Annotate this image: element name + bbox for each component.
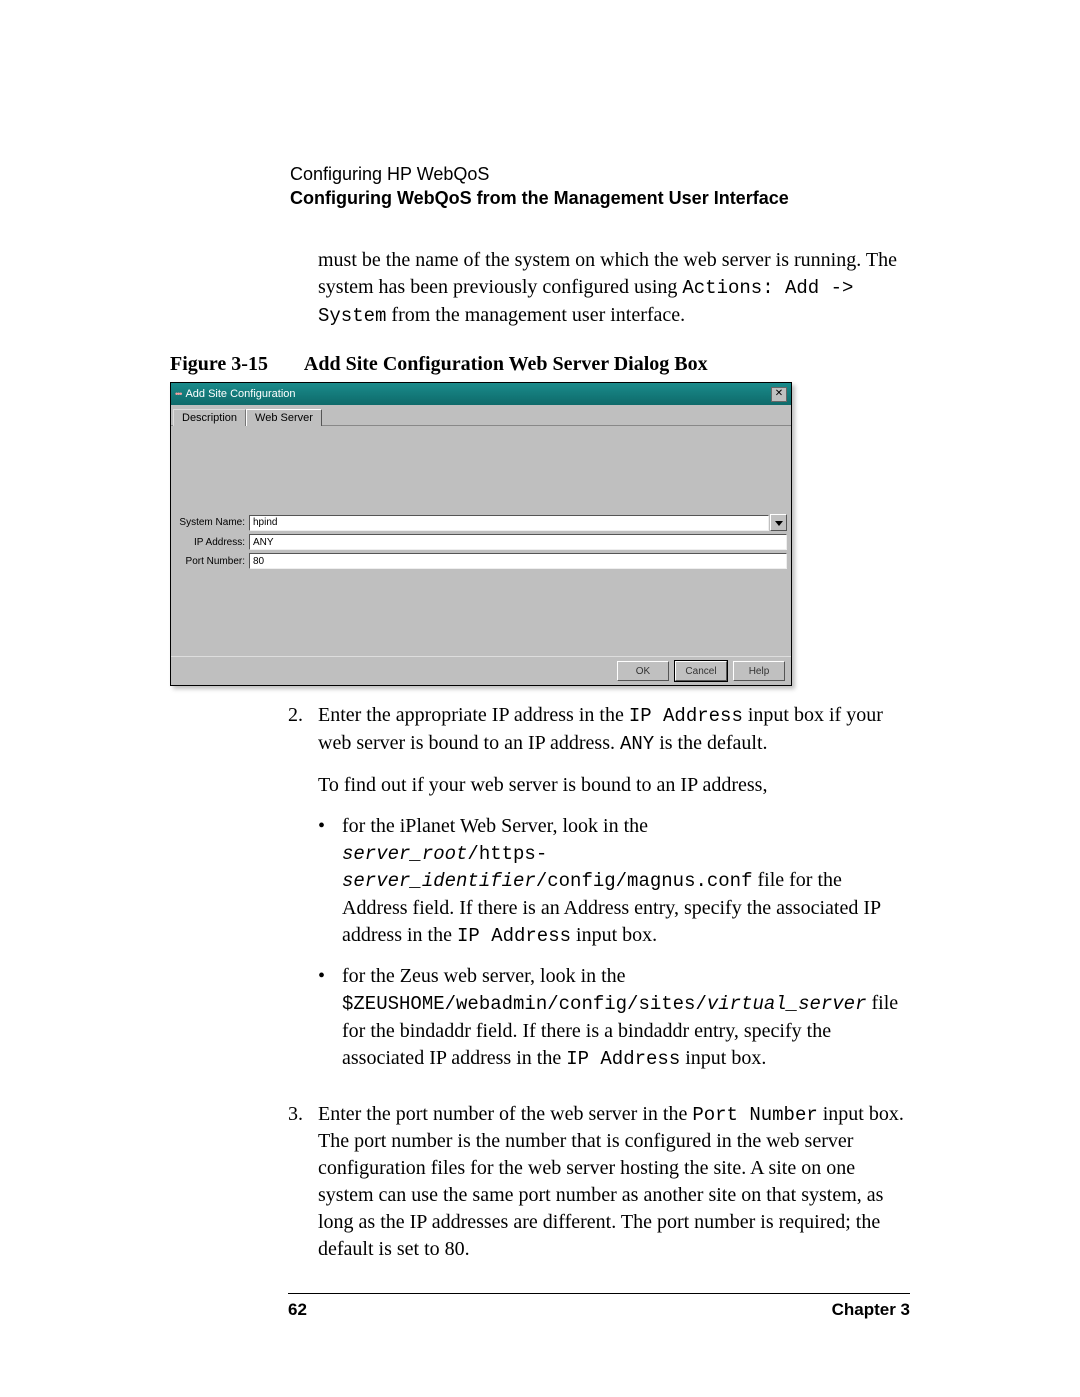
ok-label: OK xyxy=(636,666,650,677)
dialog-spacer-bottom xyxy=(175,572,787,650)
help-label: Help xyxy=(749,666,770,677)
dialog-button-row: OK Cancel Help xyxy=(171,656,791,685)
add-site-dialog: ••• Add Site Configuration ✕ Description… xyxy=(170,382,792,686)
b2pa: $ZEUSHOME/webadmin/config/sites/ xyxy=(342,993,707,1015)
b2c: input box. xyxy=(680,1047,766,1069)
system-name-label: System Name: xyxy=(175,517,249,528)
figure-title: Add Site Configuration Web Server Dialog… xyxy=(304,353,708,375)
bullet-zeus: • for the Zeus web server, look in the $… xyxy=(318,963,910,1072)
cancel-label: Cancel xyxy=(685,666,716,677)
footer-rule xyxy=(288,1293,910,1294)
intro-paragraph: must be the name of the system on which … xyxy=(318,247,910,329)
app-icon: ••• xyxy=(175,389,181,399)
step-2-num: 2. xyxy=(288,702,318,1086)
b2code: IP Address xyxy=(566,1048,680,1070)
s3code: Port Number xyxy=(692,1104,817,1126)
figure-caption: Figure 3-15 Add Site Configuration Web S… xyxy=(170,353,910,376)
chapter-label: Chapter 3 xyxy=(832,1300,910,1320)
tab-description-label: Description xyxy=(182,412,237,424)
b1pc: server_identifier xyxy=(342,870,536,892)
dialog-title: Add Site Configuration xyxy=(185,388,295,400)
step-3-num: 3. xyxy=(288,1101,318,1264)
step-3-content: Enter the port number of the web server … xyxy=(318,1101,910,1264)
b2pb: virtual_server xyxy=(707,993,867,1015)
b1c: input box. xyxy=(571,924,657,946)
header-line-1: Configuring HP WebQoS xyxy=(290,164,910,185)
system-name-row: System Name: xyxy=(175,514,787,531)
port-number-label: Port Number: xyxy=(175,556,249,567)
chevron-down-icon xyxy=(775,519,783,527)
dialog-body: System Name: IP Address: Port Number: xyxy=(171,426,791,656)
system-name-dropdown-button[interactable] xyxy=(770,514,787,531)
help-button[interactable]: Help xyxy=(733,661,785,681)
s2l1c: is the default. xyxy=(654,732,767,754)
header-line-2: Configuring WebQoS from the Management U… xyxy=(290,188,910,209)
ip-address-label: IP Address: xyxy=(175,537,249,548)
tab-description[interactable]: Description xyxy=(173,409,246,426)
numbered-list: 2. Enter the appropriate IP address in t… xyxy=(288,702,910,1263)
cancel-button[interactable]: Cancel xyxy=(675,661,727,681)
close-glyph: ✕ xyxy=(775,389,783,399)
step-2-line1: Enter the appropriate IP address in the … xyxy=(318,702,910,757)
dialog-tabs: Description Web Server xyxy=(171,405,791,426)
b1pb: /https- xyxy=(467,843,547,865)
b1code: IP Address xyxy=(457,925,571,947)
s3a: Enter the port number of the web server … xyxy=(318,1103,692,1125)
titlebar-left: ••• Add Site Configuration xyxy=(175,388,296,400)
page-number: 62 xyxy=(288,1300,307,1320)
ip-address-row: IP Address: xyxy=(175,534,787,550)
s2l1code2: ANY xyxy=(620,733,654,755)
b1a: for the iPlanet Web Server, look in the xyxy=(342,815,648,837)
step-2-content: Enter the appropriate IP address in the … xyxy=(318,702,910,1086)
step-2-line2: To find out if your web server is bound … xyxy=(318,772,910,799)
step-2-bullets: • for the iPlanet Web Server, look in th… xyxy=(318,813,910,1073)
port-number-row: Port Number: xyxy=(175,553,787,569)
bullet-iplanet: • for the iPlanet Web Server, look in th… xyxy=(318,813,910,950)
page-footer: 62 Chapter 3 xyxy=(288,1300,910,1320)
dialog-spacer-top xyxy=(175,430,787,514)
ip-address-input[interactable] xyxy=(249,534,787,550)
s2l1a: Enter the appropriate IP address in the xyxy=(318,704,629,726)
b1pa: server_root xyxy=(342,843,467,865)
bullet-dot-2: • xyxy=(318,963,342,1072)
bullet-dot-1: • xyxy=(318,813,342,950)
close-icon[interactable]: ✕ xyxy=(771,387,787,402)
bullet-zeus-content: for the Zeus web server, look in the $ZE… xyxy=(342,963,910,1072)
bullet-iplanet-content: for the iPlanet Web Server, look in the … xyxy=(342,813,910,950)
intro-post: from the management user interface. xyxy=(386,304,685,326)
s2l1code: IP Address xyxy=(629,705,743,727)
running-header: Configuring HP WebQoS Configuring WebQoS… xyxy=(290,164,910,209)
system-name-input[interactable] xyxy=(249,515,769,531)
tab-web-server[interactable]: Web Server xyxy=(246,409,322,426)
b1pd: /config/magnus.conf xyxy=(536,870,753,892)
page: Configuring HP WebQoS Configuring WebQoS… xyxy=(0,0,1080,1397)
b2a: for the Zeus web server, look in the xyxy=(342,965,626,987)
step-2: 2. Enter the appropriate IP address in t… xyxy=(288,702,910,1086)
dialog-titlebar: ••• Add Site Configuration ✕ xyxy=(171,383,791,405)
tab-web-server-label: Web Server xyxy=(255,412,313,424)
step-3: 3. Enter the port number of the web serv… xyxy=(288,1101,910,1264)
figure-label: Figure 3-15 xyxy=(170,353,300,376)
ok-button[interactable]: OK xyxy=(617,661,669,681)
port-number-input[interactable] xyxy=(249,553,787,569)
s3b: input box. The port number is the number… xyxy=(318,1103,904,1261)
